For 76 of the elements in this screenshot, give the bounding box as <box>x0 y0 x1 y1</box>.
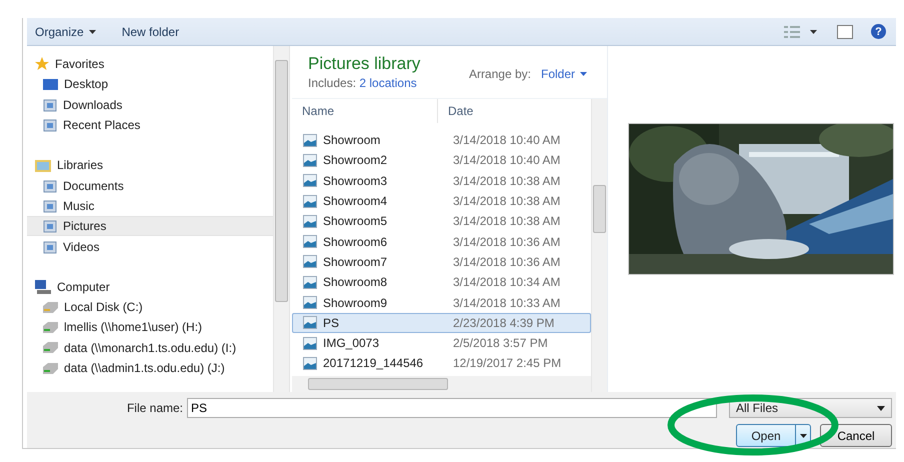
nav-item[interactable]: Recent Places <box>27 114 273 136</box>
file-row[interactable]: Showroom5 3/14/2018 10:38 AM <box>292 211 591 232</box>
nav-item[interactable]: Music <box>27 196 273 216</box>
new-folder-button[interactable]: New folder <box>122 22 180 40</box>
file-row[interactable]: Showroom4 3/14/2018 10:38 AM <box>292 190 591 212</box>
drive-icon <box>43 322 58 333</box>
arrange-label: Arrange by: <box>468 67 531 81</box>
view-icon[interactable] <box>784 26 800 38</box>
image-file-icon <box>303 316 317 330</box>
library-title: Pictures library <box>308 54 420 74</box>
organize-button[interactable]: Organize <box>35 22 96 40</box>
nav-item[interactable]: Desktop <box>27 74 273 95</box>
preview-pane-icon[interactable] <box>837 24 853 38</box>
open-button[interactable]: Open <box>736 424 811 447</box>
file-row[interactable]: Showroom2 3/14/2018 10:40 AM <box>292 150 591 171</box>
folder-icon <box>43 219 57 234</box>
nav-section[interactable]: Computer <box>27 276 273 297</box>
image-file-icon <box>303 336 317 350</box>
file-row[interactable]: Showroom3 3/14/2018 10:38 AM <box>292 170 591 191</box>
cancel-button[interactable]: Cancel <box>820 424 892 447</box>
folder-icon <box>43 240 57 254</box>
file-row[interactable]: Showroom 3/14/2018 10:40 AM <box>292 130 591 150</box>
file-row[interactable]: Showroom9 3/14/2018 10:33 AM <box>292 292 591 313</box>
file-row[interactable]: Showroom6 3/14/2018 10:36 AM <box>292 231 591 252</box>
folder-icon <box>43 98 57 112</box>
folder-icon <box>43 118 57 132</box>
help-button[interactable]: ? <box>871 24 886 39</box>
scrollbar[interactable] <box>273 46 289 392</box>
arrange-dropdown[interactable]: Folder <box>540 67 587 81</box>
column-header[interactable]: Name <box>292 99 438 123</box>
file-row[interactable]: PS 2/23/2018 4:39 PM <box>292 312 591 333</box>
image-file-icon <box>303 174 317 188</box>
file-row[interactable]: IMG_0073 2/5/2018 3:57 PM <box>292 332 591 354</box>
nav-section[interactable]: Favorites <box>27 54 273 74</box>
caret-icon <box>800 434 806 438</box>
caret-icon <box>580 72 587 76</box>
image-file-icon <box>303 276 317 289</box>
file-row[interactable]: 20171219_144546 12/19/2017 2:45 PM <box>292 353 591 374</box>
scrollbar[interactable] <box>292 376 591 392</box>
column-header[interactable]: Date <box>438 99 474 123</box>
caret-icon <box>877 406 885 410</box>
file-row[interactable]: Showroom7 3/14/2018 10:36 AM <box>292 252 591 272</box>
file-row[interactable]: Showroom8 3/14/2018 10:34 AM <box>292 272 591 292</box>
star-icon <box>35 57 49 72</box>
nav-item[interactable]: data (\\monarch1.ts.odu.edu) (I:) <box>27 338 273 358</box>
image-file-icon <box>303 255 317 268</box>
locations-link[interactable]: 2 locations <box>359 76 417 90</box>
drive-icon <box>43 302 58 313</box>
nav-item[interactable]: Pictures <box>27 216 273 236</box>
image-file-icon <box>303 296 317 310</box>
drive-icon <box>43 362 58 374</box>
caret-icon <box>88 30 96 34</box>
drive-icon <box>43 342 58 354</box>
image-file-icon <box>303 235 317 248</box>
nav-item[interactable]: Videos <box>27 236 273 257</box>
image-file-icon <box>303 356 317 370</box>
library-icon <box>35 158 51 172</box>
image-file-icon <box>303 194 317 208</box>
nav-item[interactable]: Documents <box>27 175 273 196</box>
folder-icon <box>43 198 57 213</box>
file-name-field[interactable]: PS <box>187 398 717 418</box>
caret-icon[interactable] <box>810 30 817 34</box>
nav-item[interactable]: Local Disk (C:) <box>27 296 273 318</box>
image-file-icon <box>303 134 317 147</box>
file-name-label: File name: <box>126 401 184 415</box>
folder-icon <box>43 178 57 193</box>
scrollbar[interactable] <box>591 99 607 392</box>
includes-label: Includes: <box>308 76 356 90</box>
image-file-icon <box>303 154 317 167</box>
nav-item[interactable]: Downloads <box>27 94 273 115</box>
computer-icon <box>35 280 51 294</box>
nav-item[interactable]: lmellis (\\home1\user) (H:) <box>27 317 273 338</box>
nav-item[interactable]: data (\\admin1.ts.odu.edu) (J:) <box>27 358 273 378</box>
image-file-icon <box>303 214 317 228</box>
nav-section[interactable]: Libraries <box>27 155 273 176</box>
desktop-icon <box>43 78 58 90</box>
